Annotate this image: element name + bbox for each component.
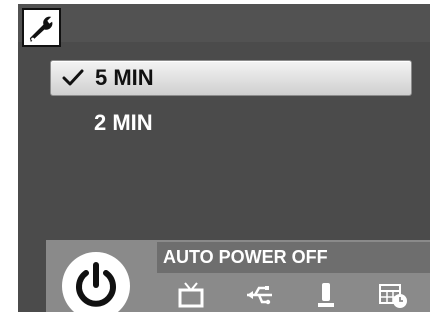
menu-title-bar: AUTO POWER OFF	[157, 242, 430, 273]
option-5-min[interactable]: 5 MIN	[50, 60, 412, 96]
calendar-clock-icon	[379, 284, 407, 308]
setup-tab[interactable]	[22, 8, 61, 47]
tv-out-tab[interactable]	[175, 281, 207, 309]
option-list: 5 MIN 2 MIN	[50, 60, 412, 150]
microphone-icon	[318, 283, 334, 307]
usb-icon	[247, 286, 272, 305]
power-tab[interactable]	[62, 252, 130, 312]
option-2-min[interactable]: 2 MIN	[50, 106, 412, 140]
power-icon	[76, 262, 116, 307]
usb-tab[interactable]	[243, 281, 275, 309]
camera-lcd-frame: 5 MIN 2 MIN AUTO POWER OFF	[0, 0, 437, 318]
settings-icon-row	[157, 278, 430, 312]
bottom-panel: AUTO POWER OFF	[46, 240, 430, 312]
check-mark-icon	[51, 69, 95, 87]
settings-screen: 5 MIN 2 MIN AUTO POWER OFF	[18, 4, 430, 312]
option-label: 5 MIN	[95, 65, 154, 90]
option-label: 2 MIN	[94, 110, 153, 135]
wrench-icon	[29, 16, 53, 43]
date-time-tab[interactable]	[377, 281, 409, 309]
sound-tab[interactable]	[310, 281, 342, 309]
menu-title: AUTO POWER OFF	[163, 247, 328, 267]
tv-icon	[178, 282, 204, 308]
settings-header	[18, 4, 430, 47]
